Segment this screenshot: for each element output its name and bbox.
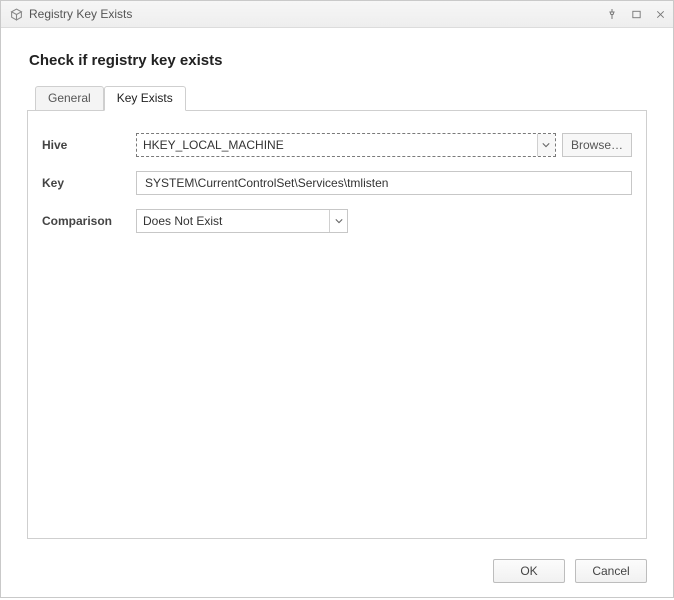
- button-bar: OK Cancel: [1, 549, 673, 597]
- cancel-button[interactable]: Cancel: [575, 559, 647, 583]
- label-comparison: Comparison: [42, 214, 136, 228]
- titlebar: Registry Key Exists: [1, 1, 673, 28]
- row-hive: Hive HKEY_LOCAL_MACHINE Browse…: [42, 133, 632, 157]
- chevron-down-icon[interactable]: [537, 134, 555, 156]
- tab-key-exists[interactable]: Key Exists: [104, 86, 186, 111]
- label-key: Key: [42, 176, 136, 190]
- pin-icon[interactable]: [605, 7, 619, 21]
- key-input[interactable]: [143, 175, 625, 191]
- maximize-icon[interactable]: [629, 7, 643, 21]
- hive-value: HKEY_LOCAL_MACHINE: [143, 138, 284, 152]
- label-hive: Hive: [42, 138, 136, 152]
- ok-button[interactable]: OK: [493, 559, 565, 583]
- row-key: Key: [42, 171, 632, 195]
- tab-general[interactable]: General: [35, 86, 104, 111]
- row-comparison: Comparison Does Not Exist: [42, 209, 632, 233]
- browse-button[interactable]: Browse…: [562, 133, 632, 157]
- ok-label: OK: [520, 564, 537, 578]
- key-input-wrap: [136, 171, 632, 195]
- tabs: General Key Exists Hive HKEY_LOCAL_MACHI…: [27, 85, 647, 539]
- cube-icon: [9, 7, 23, 21]
- window-title: Registry Key Exists: [29, 7, 605, 21]
- hive-combobox[interactable]: HKEY_LOCAL_MACHINE: [136, 133, 556, 157]
- close-icon[interactable]: [653, 7, 667, 21]
- comparison-select[interactable]: Does Not Exist: [136, 209, 348, 233]
- dialog-content: Check if registry key exists General Key…: [1, 28, 673, 549]
- cancel-label: Cancel: [592, 564, 629, 578]
- browse-label: Browse…: [571, 138, 623, 152]
- window-controls: [605, 7, 667, 21]
- tabpanel-key-exists: Hive HKEY_LOCAL_MACHINE Browse…: [27, 110, 647, 539]
- comparison-value: Does Not Exist: [143, 214, 222, 228]
- dialog-window: Registry Key Exists Check if registry ke…: [0, 0, 674, 598]
- tabstrip: General Key Exists: [35, 85, 647, 110]
- chevron-down-icon[interactable]: [329, 210, 347, 232]
- page-title: Check if registry key exists: [29, 52, 647, 69]
